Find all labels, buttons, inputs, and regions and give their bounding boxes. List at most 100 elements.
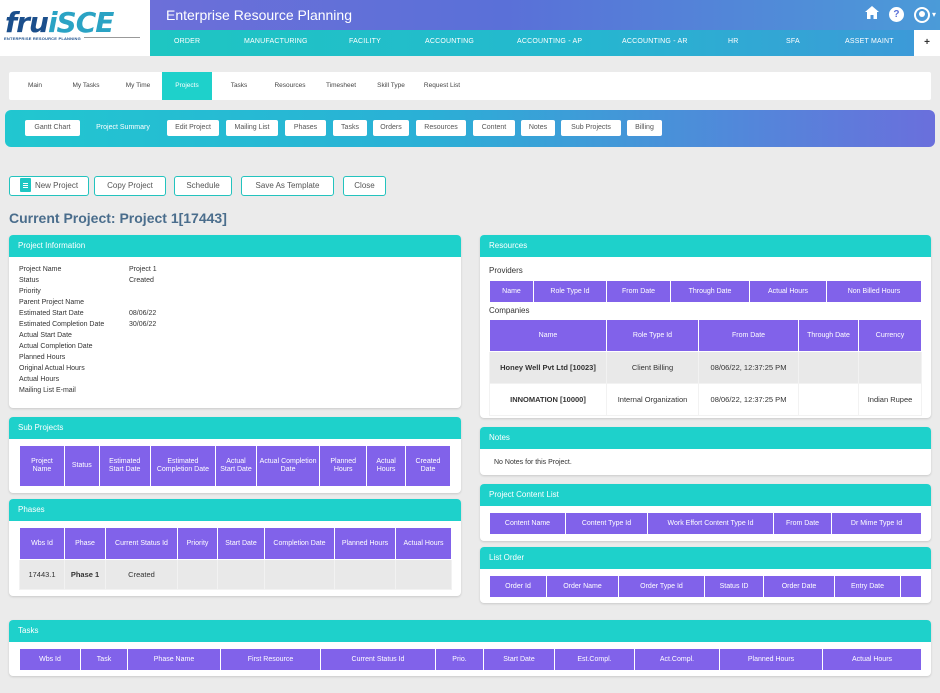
column-header[interactable]: From Date	[773, 512, 832, 535]
table-row[interactable]: 17443.1 Phase 1 Created	[19, 559, 452, 590]
section-gantt-chart[interactable]: Gantt Chart	[25, 120, 80, 136]
menu-item-accounting[interactable]: ACCOUNTING	[425, 38, 474, 45]
menu-item-accounting-ar[interactable]: ACCOUNTING - AR	[622, 38, 688, 45]
section-edit-project[interactable]: Edit Project	[167, 120, 219, 136]
table-cell[interactable]: Phase 1	[64, 559, 106, 590]
tab-main[interactable]: Main	[18, 72, 52, 100]
column-header[interactable]: Phase Name	[127, 648, 221, 671]
table-cell[interactable]: Honey Well Pvt Ltd [10023]	[489, 351, 607, 384]
column-header[interactable]: Est.Compl.	[554, 648, 635, 671]
tab-my-time[interactable]: My Time	[119, 72, 157, 100]
section-sub-projects[interactable]: Sub Projects	[561, 120, 621, 136]
column-header[interactable]: Status ID	[704, 575, 764, 598]
column-header[interactable]: Current Status Id	[105, 527, 178, 560]
column-header[interactable]: Created Date	[405, 445, 451, 487]
list-order-panel: List Order Order Id Order Name Order Typ…	[480, 547, 931, 603]
section-tasks[interactable]: Tasks	[333, 120, 367, 136]
menu-item-sfa[interactable]: SFA	[786, 38, 800, 45]
column-header[interactable]: Entry Date	[834, 575, 901, 598]
tab-request-list[interactable]: Request List	[420, 72, 464, 100]
header-icons: ? ▾	[864, 6, 936, 23]
menu-item-accounting-ap[interactable]: ACCOUNTING - AP	[517, 38, 582, 45]
column-header[interactable]: Task	[80, 648, 128, 671]
column-header[interactable]: Currency	[858, 319, 922, 352]
column-header[interactable]: Phase	[64, 527, 106, 560]
column-header[interactable]: Order Type Id	[618, 575, 705, 598]
tab-tasks[interactable]: Tasks	[222, 72, 256, 100]
column-header[interactable]: Actual Hours	[749, 280, 827, 303]
column-header[interactable]: Content Name	[489, 512, 566, 535]
notes-text: No Notes for this Project.	[494, 459, 572, 466]
menu-item-hr[interactable]: HR	[728, 38, 739, 45]
column-header[interactable]: Start Date	[483, 648, 555, 671]
column-header[interactable]: From Date	[606, 280, 671, 303]
tab-projects[interactable]: Projects	[162, 72, 212, 100]
tab-skill-type[interactable]: Skill Type	[371, 72, 411, 100]
tab-resources[interactable]: Resources	[268, 72, 312, 100]
column-header[interactable]: Through Date	[670, 280, 750, 303]
column-header[interactable]: Planned Hours	[319, 445, 368, 487]
table-row[interactable]: Honey Well Pvt Ltd [10023] Client Billin…	[489, 351, 922, 384]
menu-item-order[interactable]: ORDER	[174, 38, 200, 45]
section-billing[interactable]: Billing	[627, 120, 662, 136]
column-header[interactable]: Planned Hours	[334, 527, 396, 560]
column-header[interactable]: Act.Compl.	[634, 648, 720, 671]
home-icon[interactable]	[864, 6, 879, 23]
column-header[interactable]: From Date	[698, 319, 799, 352]
tab-timesheet[interactable]: Timesheet	[321, 72, 361, 100]
column-header[interactable]: Actual Hours	[395, 527, 452, 560]
column-header[interactable]: First Resource	[220, 648, 321, 671]
column-header[interactable]: Name	[489, 319, 607, 352]
tab-my-tasks[interactable]: My Tasks	[67, 72, 105, 100]
copy-project-button[interactable]: Copy Project	[94, 176, 166, 196]
column-header[interactable]: Planned Hours	[719, 648, 823, 671]
logo[interactable]: fruiSCE ENTERPRISE RESOURCE PLANNING	[0, 0, 150, 56]
column-header[interactable]: Non Billed Hours	[826, 280, 922, 303]
column-header[interactable]: Actual Start Date	[215, 445, 257, 487]
section-content[interactable]: Content	[473, 120, 515, 136]
column-header[interactable]: Role Type Id	[606, 319, 699, 352]
new-project-button[interactable]: New Project	[9, 176, 89, 196]
column-header[interactable]: Wbs Id	[19, 648, 81, 671]
column-header[interactable]: Completion Date	[264, 527, 335, 560]
chevron-down-icon[interactable]: ▾	[932, 10, 936, 19]
section-phases[interactable]: Phases	[285, 120, 326, 136]
column-header[interactable]: Actual Hours	[366, 445, 406, 487]
column-header[interactable]: Order Date	[763, 575, 835, 598]
column-header[interactable]: Project Name	[19, 445, 65, 487]
column-header[interactable]: Actual Hours	[822, 648, 922, 671]
column-header[interactable]: Wbs Id	[19, 527, 65, 560]
table-row[interactable]: INNOMATION [10000] Internal Organization…	[489, 383, 922, 416]
column-header[interactable]: Actual Completion Date	[255, 445, 321, 487]
menu-item-asset-maint[interactable]: ASSET MAINT	[845, 38, 894, 45]
section-resources[interactable]: Resources	[416, 120, 466, 136]
column-header[interactable]: Estimated Completion Date	[149, 445, 217, 487]
menu-item-manufacturing[interactable]: MANUFACTURING	[244, 38, 308, 45]
column-header[interactable]: Estimated Start Date	[98, 445, 151, 487]
column-header[interactable]: Content Type Id	[565, 512, 648, 535]
column-header[interactable]: Role Type Id	[533, 280, 607, 303]
save-as-template-button[interactable]: Save As Template	[241, 176, 334, 196]
column-header[interactable]: Current Status Id	[320, 648, 436, 671]
column-header[interactable]: Dr Mime Type Id	[831, 512, 922, 535]
section-project-summary[interactable]: Project Summary	[87, 120, 159, 136]
column-header[interactable]: Prio.	[435, 648, 484, 671]
column-header[interactable]: Priority	[177, 527, 218, 560]
column-header[interactable]: Start Date	[217, 527, 265, 560]
schedule-button[interactable]: Schedule	[174, 176, 232, 196]
column-header[interactable]: Work Effort Content Type Id	[647, 512, 774, 535]
column-header[interactable]: Order Name	[546, 575, 619, 598]
section-mailing-list[interactable]: Mailing List	[226, 120, 278, 136]
column-header[interactable]: Name	[489, 280, 534, 303]
column-header[interactable]: Status	[63, 445, 100, 487]
close-button[interactable]: Close	[343, 176, 386, 196]
section-orders[interactable]: Orders	[373, 120, 409, 136]
column-header[interactable]: Order Id	[489, 575, 547, 598]
menu-item-facility[interactable]: FACILITY	[349, 38, 381, 45]
help-icon[interactable]: ?	[888, 7, 904, 22]
section-notes[interactable]: Notes	[521, 120, 555, 136]
column-header[interactable]: Through Date	[798, 319, 859, 352]
table-cell[interactable]: INNOMATION [10000]	[489, 383, 607, 416]
menu-more-button[interactable]: +	[914, 30, 940, 56]
user-account-icon[interactable]	[913, 6, 930, 23]
